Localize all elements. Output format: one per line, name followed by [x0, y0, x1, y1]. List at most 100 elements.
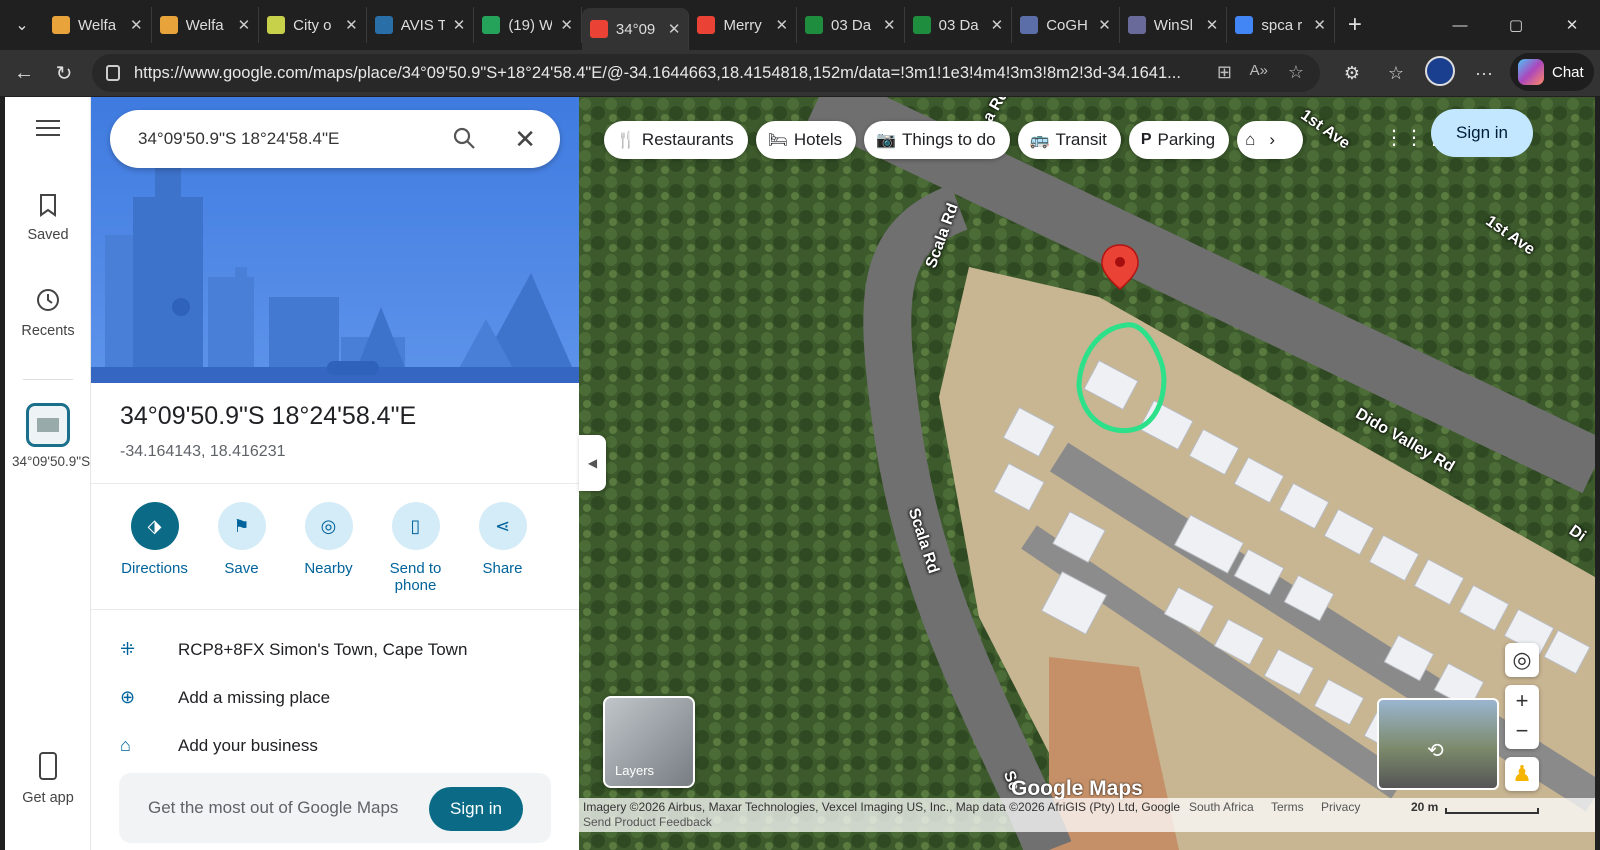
close-tab-icon[interactable]: ✕ [238, 16, 251, 34]
chip-label: Restaurants [641, 130, 734, 149]
zoom-in-button[interactable]: + [1516, 685, 1529, 717]
feedback-link[interactable]: Send Product Feedback [583, 815, 712, 829]
satellite-map[interactable]: a Rd 1st Ave Scala Rd 1st Ave Dido Valle… [579, 97, 1595, 850]
favorite-star-icon[interactable]: ☆ [1288, 62, 1304, 83]
my-location-icon: ◎ [1512, 647, 1532, 672]
close-tab-icon[interactable]: ✕ [775, 16, 788, 34]
zoom-out-button[interactable]: − [1516, 717, 1529, 749]
share-button[interactable]: ⋖ Share [459, 502, 546, 594]
place-coordinates: -34.164143, 18.416231 [120, 443, 286, 460]
browser-tab[interactable]: City o ✕ [259, 7, 367, 43]
recent-place-item[interactable]: 34°09'50.9"S... [5, 403, 101, 471]
address-bar[interactable]: https://www.google.com/maps/place/34°09'… [92, 54, 1320, 92]
street-view-thumbnail[interactable]: ⟲ [1377, 698, 1499, 790]
back-button[interactable]: ← [4, 62, 44, 85]
app-available-icon[interactable]: ⊞ [1217, 62, 1232, 83]
close-tab-icon[interactable]: ✕ [1313, 16, 1326, 34]
browser-tab[interactable]: Welfa ✕ [44, 7, 152, 43]
search-icon[interactable] [452, 126, 476, 150]
browser-tab[interactable]: 34°09 ✕ [581, 8, 690, 50]
privacy-link[interactable]: Privacy [1321, 800, 1360, 814]
menu-button[interactable] [5, 119, 91, 141]
url-text: https://www.google.com/maps/place/34°09'… [134, 63, 1181, 82]
minimize-button[interactable]: — [1432, 0, 1488, 50]
chip-transit[interactable]: 🚌 Transit [1017, 121, 1121, 159]
chip-label: Hotels [793, 130, 843, 149]
browser-tab[interactable]: Welfa ✕ [152, 7, 260, 43]
close-tab-icon[interactable]: ✕ [991, 16, 1004, 34]
tab-favicon-icon [805, 16, 824, 34]
close-tab-icon[interactable]: ✕ [130, 16, 143, 34]
hamburger-icon [36, 120, 60, 136]
browser-tab[interactable]: Merry ✕ [689, 7, 798, 43]
get-app-label: Get app [22, 790, 74, 806]
chip-things-to-do[interactable]: 📷 Things to do [864, 121, 1010, 159]
add-location-icon: ⊕ [120, 687, 136, 707]
promo-sign-in-button[interactable]: Sign in [429, 787, 523, 831]
close-tab-icon[interactable]: ✕ [453, 16, 466, 34]
close-tab-icon[interactable]: ✕ [668, 20, 681, 38]
directions-button[interactable]: ⬗ Directions [111, 502, 198, 594]
extensions-icon[interactable]: ⚙ [1330, 63, 1374, 84]
saved-button[interactable]: Saved [5, 193, 91, 243]
tab-title: 03 Da [938, 16, 979, 34]
chip-parking[interactable]: P Parking [1128, 121, 1230, 159]
chip-restaurants[interactable]: 🍴 Restaurants [604, 121, 748, 159]
chip-hotels[interactable]: 🛏 Hotels [755, 121, 857, 159]
plus-code-row[interactable]: ⁜ RCP8+8FX Simon's Town, Cape Town [120, 639, 467, 660]
sign-in-promo: Get the most out of Google Maps Sign in [119, 773, 551, 843]
add-business-row[interactable]: ⌂ Add your business [120, 735, 318, 756]
copilot-chat-button[interactable]: Chat [1510, 53, 1594, 91]
close-tab-icon[interactable]: ✕ [345, 16, 358, 34]
scale-label[interactable]: 20 m [1411, 800, 1438, 814]
add-business-text: Add your business [178, 735, 318, 755]
pegman-button[interactable]: ♟ [1505, 757, 1539, 791]
recents-button[interactable]: Recents [5, 287, 91, 339]
more-menu-icon[interactable]: ··· [1462, 63, 1506, 84]
browser-tab[interactable]: AVIS T ✕ [367, 7, 475, 43]
layers-button[interactable]: Layers [603, 696, 695, 788]
chips-scroll-right-button[interactable]: ⌂ › [1237, 121, 1304, 159]
get-app-button[interactable]: Get app [5, 752, 91, 806]
send-to-phone-button[interactable]: ▯ Send to phone [372, 502, 459, 594]
close-tab-icon[interactable]: ✕ [883, 16, 896, 34]
add-missing-place-row[interactable]: ⊕ Add a missing place [120, 687, 330, 708]
close-window-button[interactable]: ✕ [1544, 0, 1600, 50]
country-link[interactable]: South Africa [1189, 800, 1254, 814]
tab-favicon-icon [482, 16, 501, 34]
terms-link[interactable]: Terms [1271, 800, 1304, 814]
favorites-icon[interactable]: ☆ [1374, 63, 1418, 84]
close-tab-icon[interactable]: ✕ [1098, 16, 1111, 34]
browser-tab[interactable]: 03 Da ✕ [905, 7, 1013, 43]
my-location-button[interactable]: ◎ [1505, 643, 1539, 677]
tab-actions-menu-button[interactable]: ⌄ [0, 0, 44, 50]
tab-favicon-icon [1127, 16, 1146, 34]
collapse-panel-button[interactable]: ◀ [579, 435, 606, 491]
maximize-button[interactable]: ▢ [1488, 0, 1544, 50]
layers-label: Layers [615, 763, 655, 778]
profile-avatar[interactable] [1418, 55, 1462, 91]
search-box[interactable]: 34°09'50.9"S 18°24'58.4"E ✕ [110, 110, 560, 168]
tab-title: City o [293, 16, 332, 34]
browser-tab[interactable]: spca r ✕ [1227, 7, 1335, 43]
tab-title: 03 Da [831, 16, 872, 34]
directions-icon: ⬗ [130, 502, 179, 550]
browser-tab[interactable]: 03 Da ✕ [797, 7, 905, 43]
refresh-button[interactable]: ↻ [44, 61, 84, 86]
new-tab-button[interactable]: + [1335, 11, 1375, 39]
browser-tab[interactable]: CoGH ✕ [1012, 7, 1120, 43]
nearby-button[interactable]: ◎ Nearby [285, 502, 372, 594]
bookmark-icon: ⚑ [217, 502, 266, 550]
close-tab-icon[interactable]: ✕ [1206, 16, 1219, 34]
add-business-icon: ⌂ [120, 735, 131, 755]
clear-search-icon[interactable]: ✕ [514, 124, 536, 155]
browser-tab[interactable]: (19) W ✕ [474, 7, 582, 43]
tab-title: CoGH [1046, 16, 1088, 34]
rail-divider [23, 379, 73, 380]
sign-in-button[interactable]: Sign in [1431, 109, 1533, 157]
search-input[interactable]: 34°09'50.9"S 18°24'58.4"E [138, 129, 339, 149]
read-aloud-icon[interactable]: A» [1250, 62, 1268, 79]
close-tab-icon[interactable]: ✕ [560, 16, 573, 34]
browser-tab[interactable]: WinSl ✕ [1120, 7, 1228, 43]
save-button[interactable]: ⚑ Save [198, 502, 285, 594]
